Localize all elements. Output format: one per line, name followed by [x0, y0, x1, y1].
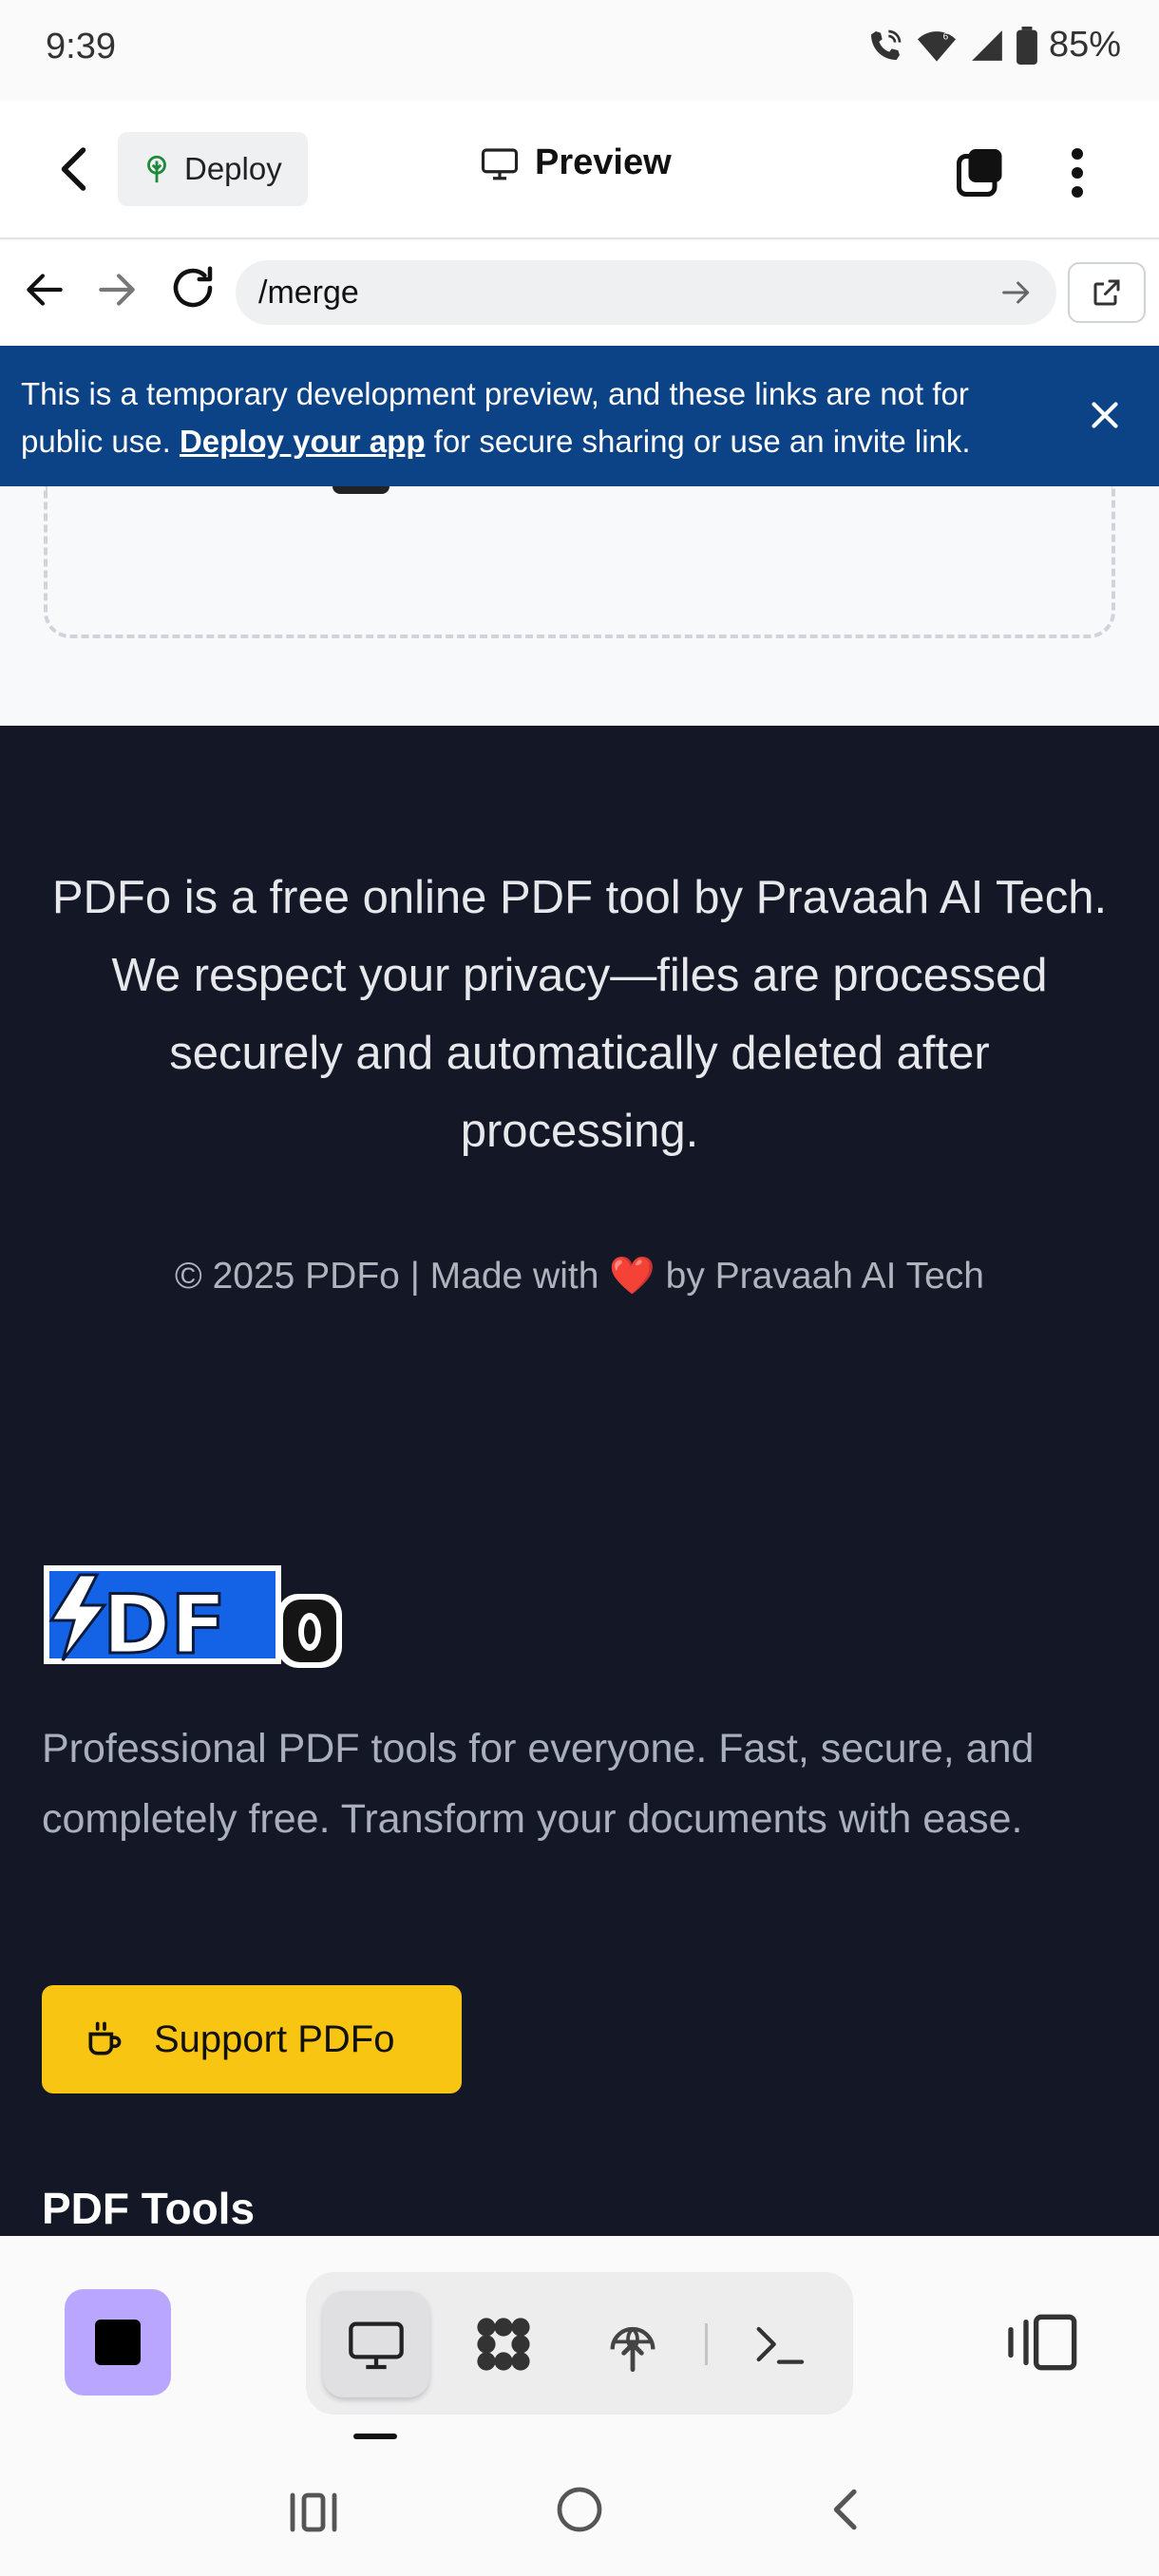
terminal-icon — [756, 2326, 805, 2364]
preview-tool-button[interactable] — [323, 2291, 429, 2397]
dev-preview-banner: This is a temporary development preview,… — [0, 346, 1159, 486]
status-time: 9:39 — [46, 27, 116, 66]
support-label: Support PDFo — [154, 2017, 395, 2060]
status-icons: 6 85% — [866, 25, 1121, 66]
arrow-right-icon — [99, 274, 135, 306]
deploy-tree-icon — [147, 155, 166, 183]
chevron-left-icon — [833, 2489, 857, 2530]
deploy-label: Deploy — [184, 151, 282, 186]
recent-apps-button[interactable] — [285, 2489, 342, 2536]
home-button[interactable] — [553, 2483, 606, 2536]
split-panel-icon — [1008, 2314, 1077, 2371]
heart-icon: ❤️ — [609, 1256, 656, 1297]
deploy-globe-icon — [610, 2326, 656, 2373]
url-go-button[interactable] — [998, 274, 1036, 312]
file-drop-zone[interactable] — [44, 486, 1115, 638]
close-icon — [1092, 402, 1118, 428]
more-menu-button[interactable] — [1054, 144, 1100, 201]
wifi-6-icon: 6 — [917, 30, 956, 62]
toolbar-divider — [705, 2323, 708, 2365]
home-circle-icon — [557, 2487, 602, 2532]
banner-text-end: for secure sharing or use an invite link… — [425, 424, 971, 459]
svg-text:6: 6 — [943, 31, 949, 42]
preview-title: Preview — [480, 142, 672, 183]
arrow-right-icon — [1002, 281, 1030, 304]
monitor-icon — [481, 147, 519, 180]
signal-icon — [972, 29, 1002, 61]
reload-icon — [173, 266, 213, 308]
stop-icon — [95, 2320, 141, 2365]
pdf-tools-heading: PDF Tools — [42, 2184, 256, 2233]
tabs-icon — [957, 149, 1002, 197]
battery-icon — [1016, 26, 1037, 65]
svg-text:DF: DF — [103, 1578, 226, 1672]
status-bar: 9:39 6 85% — [0, 0, 1159, 101]
back-button[interactable] — [48, 141, 104, 198]
drop-zone-icon-edge — [332, 486, 390, 494]
support-pdfo-button[interactable]: Support PDFo — [42, 1985, 462, 2093]
external-link-icon — [1093, 279, 1120, 306]
arrow-left-icon — [27, 274, 63, 306]
system-back-button[interactable] — [821, 2483, 874, 2536]
active-tab-indicator — [353, 2434, 397, 2439]
copyright-line: © 2025 PDFo | Made with ❤️ by Pravaah AI… — [0, 1254, 1159, 1297]
banner-text: This is a temporary development preview,… — [21, 370, 1028, 465]
chevron-left-icon — [61, 147, 86, 191]
app-header: Deploy Preview — [0, 101, 1159, 239]
split-view-button[interactable] — [1003, 2312, 1079, 2373]
shell-tool-button[interactable] — [726, 2291, 832, 2397]
agent-tool-button[interactable] — [450, 2291, 557, 2397]
agent-cluster-icon — [477, 2318, 530, 2371]
open-external-button[interactable] — [1068, 262, 1146, 323]
deploy-tool-button[interactable] — [580, 2291, 686, 2397]
stop-button[interactable] — [65, 2289, 171, 2396]
site-footer: PDFo is a free online PDF tool by Pravaa… — [0, 726, 1159, 2236]
monitor-icon — [349, 2321, 404, 2370]
recents-icon — [290, 2492, 337, 2532]
upload-section — [0, 486, 1159, 726]
browser-back-button[interactable] — [21, 266, 68, 313]
battery-percent: 85% — [1048, 25, 1121, 65]
deploy-your-app-link[interactable]: Deploy your app — [180, 424, 426, 459]
reload-button[interactable] — [167, 262, 218, 313]
footer-tagline: Professional PDF tools for everyone. Fas… — [42, 1726, 1035, 1842]
browser-forward-button[interactable] — [93, 266, 141, 313]
more-vertical-icon — [1072, 148, 1083, 198]
wifi-calling-icon — [870, 29, 902, 60]
copyright-end: by Pravaah AI Tech — [655, 1256, 984, 1297]
deploy-button[interactable]: Deploy — [118, 132, 308, 206]
url-text: /merge — [258, 274, 359, 311]
browser-bar: /merge — [0, 241, 1159, 346]
pdfo-logo[interactable]: DF — [42, 1562, 346, 1675]
workspace-tool-group — [306, 2272, 853, 2415]
preview-label: Preview — [535, 142, 672, 182]
tabs-button[interactable] — [952, 144, 1009, 201]
privacy-statement: PDFo is a free online PDF tool by Pravaa… — [51, 872, 1108, 1157]
banner-close-button[interactable] — [1083, 393, 1127, 437]
copyright-start: © 2025 PDFo | Made with — [175, 1256, 610, 1297]
coffee-cup-icon — [88, 2021, 122, 2055]
url-input[interactable]: /merge — [236, 260, 1056, 325]
